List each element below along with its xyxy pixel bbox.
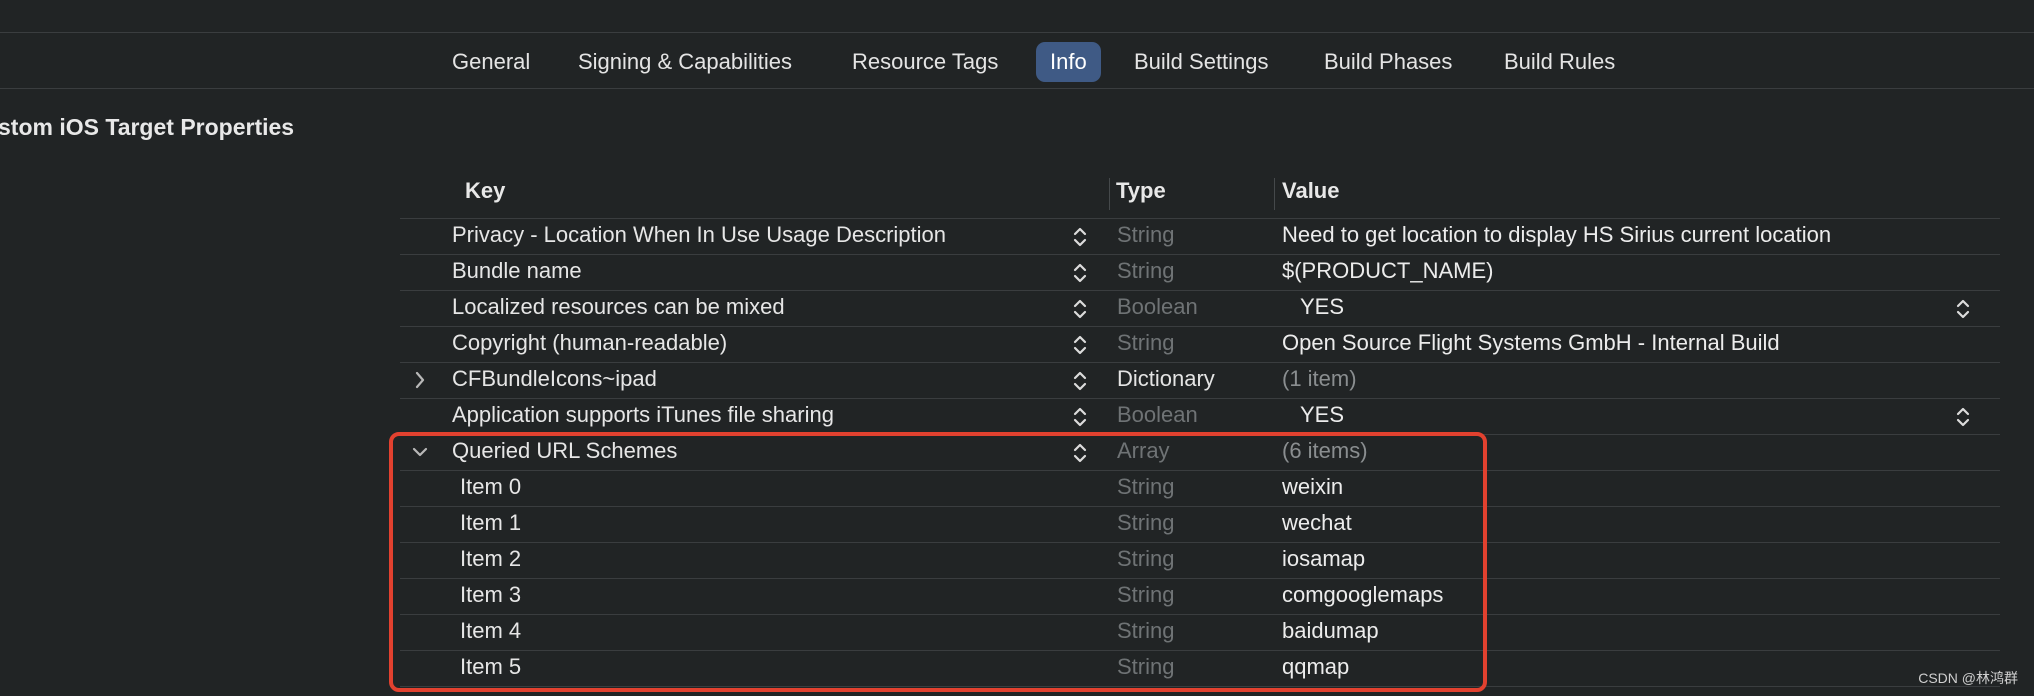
window-top-bar [0,0,2034,33]
tab-build-settings[interactable]: Build Settings [1134,42,1269,82]
section-title[interactable]: stom iOS Target Properties [0,114,294,141]
row-key[interactable]: Privacy - Location When In Use Usage Des… [452,222,946,248]
row-type[interactable]: Boolean [1117,294,1198,320]
row-key[interactable]: CFBundleIcons~ipad [452,366,657,392]
row-type[interactable]: String [1117,222,1174,248]
column-separator[interactable] [1274,178,1275,210]
column-header-type[interactable]: Type [1116,178,1166,204]
table-row[interactable]: Application supports iTunes file sharing… [400,399,2000,435]
watermark: CSDN @林鸿群 [1918,670,2018,686]
row-value[interactable]: Open Source Flight Systems GmbH - Intern… [1282,330,1780,356]
up-down-chevron-icon[interactable] [1072,225,1088,249]
up-down-chevron-icon[interactable] [1072,297,1088,321]
tab-resource-tags[interactable]: Resource Tags [852,42,998,82]
row-type[interactable]: String [1117,258,1174,284]
row-key[interactable]: Application supports iTunes file sharing [452,402,834,428]
row-key[interactable]: Bundle name [452,258,582,284]
up-down-chevron-icon[interactable] [1072,333,1088,357]
queried-url-schemes-highlight [389,432,1487,692]
editor-tab-bar: General Signing & Capabilities Resource … [0,33,2034,89]
up-down-chevron-icon[interactable] [1072,405,1088,429]
row-value[interactable]: YES [1300,294,1344,320]
table-row[interactable]: Privacy - Location When In Use Usage Des… [400,219,2000,255]
column-header-value[interactable]: Value [1282,178,1339,204]
tab-signing-capabilities[interactable]: Signing & Capabilities [578,42,792,82]
tab-info[interactable]: Info [1036,42,1101,82]
row-key[interactable]: Localized resources can be mixed [452,294,785,320]
up-down-chevron-icon[interactable] [1072,261,1088,285]
tab-build-phases[interactable]: Build Phases [1324,42,1452,82]
table-row[interactable]: CFBundleIcons~ipad Dictionary (1 item) [400,363,2000,399]
row-value[interactable]: $(PRODUCT_NAME) [1282,258,1493,284]
tab-general[interactable]: General [452,42,530,82]
table-row[interactable]: Localized resources can be mixed Boolean Y… [400,291,2000,327]
table-row[interactable]: Copyright (human-readable) String Open Sou… [400,327,2000,363]
boolean-popup-chevron-icon[interactable] [1955,405,1971,429]
chevron-right-icon[interactable] [410,369,430,391]
boolean-popup-chevron-icon[interactable] [1955,297,1971,321]
row-value[interactable]: YES [1300,402,1344,428]
table-row[interactable]: Bundle name String $(PRODUCT_NAME) [400,255,2000,291]
row-type[interactable]: Boolean [1117,402,1198,428]
row-key[interactable]: Copyright (human-readable) [452,330,727,356]
up-down-chevron-icon[interactable] [1072,369,1088,393]
table-header: Key Type Value [400,170,2000,219]
row-type[interactable]: String [1117,330,1174,356]
row-value[interactable]: Need to get location to display HS Siriu… [1282,222,1831,248]
tab-build-rules[interactable]: Build Rules [1504,42,1615,82]
column-separator[interactable] [1109,178,1110,210]
row-type[interactable]: Dictionary [1117,366,1215,392]
column-header-key[interactable]: Key [465,178,505,204]
row-value[interactable]: (1 item) [1282,366,1357,392]
